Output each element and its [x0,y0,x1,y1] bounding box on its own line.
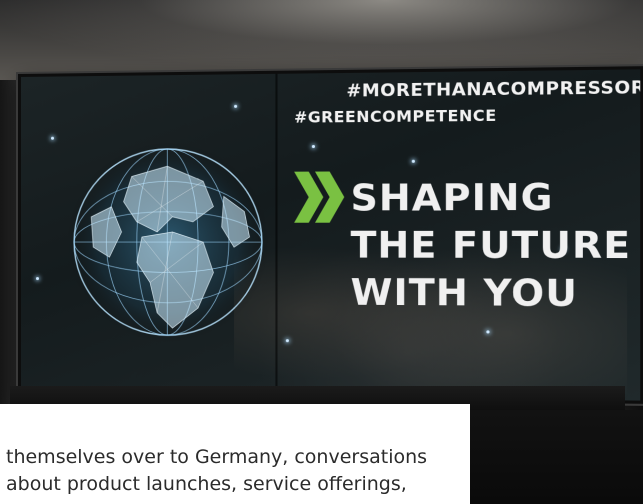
photo-scene: #MORETHANACOMPRESSOR #GREENCOMPETENCE SH… [0,0,643,504]
caption-line-2: about product launches, service offering… [6,473,407,495]
headline-line-1: SHAPING [350,176,554,220]
hashtag-morethanacompressor: #MORETHANACOMPRESSOR [346,77,643,102]
double-chevron-icon [294,171,345,223]
wireframe-globe-icon [66,140,271,345]
particle [311,144,315,149]
particle [411,159,415,163]
hashtag-greencompetence: #GREENCOMPETENCE [294,106,497,127]
caption-line-1: themselves over to Germany, conversation… [6,446,428,468]
ceiling-light [0,0,643,70]
particle [486,330,490,334]
particle [285,339,289,343]
caption-card: themselves over to Germany, conversation… [0,404,470,504]
headline-line-3: WITH YOU [350,271,578,316]
particle [234,104,238,108]
caption-text: themselves over to Germany, conversation… [6,444,466,498]
particle [51,136,55,140]
particle [35,277,39,281]
headline: SHAPING THE FUTURE WITH YOU [351,174,632,319]
led-display: #MORETHANACOMPRESSOR #GREENCOMPETENCE SH… [18,66,643,404]
display-seam [275,73,278,397]
headline-line-2: THE FUTURE [350,224,632,268]
